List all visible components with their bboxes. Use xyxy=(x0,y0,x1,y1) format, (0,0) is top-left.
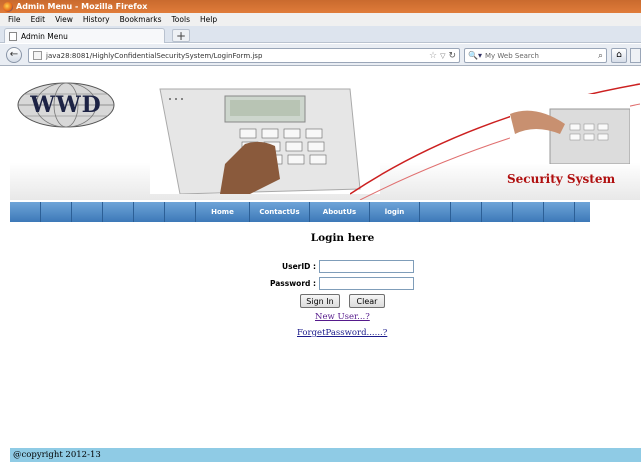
back-arrow-icon: ← xyxy=(9,49,19,60)
site-banner: WWD Security System xyxy=(10,74,640,200)
password-input[interactable] xyxy=(319,277,414,290)
nav-login-link[interactable]: login xyxy=(370,202,420,222)
nav-spacer xyxy=(165,202,196,222)
home-button[interactable]: ⌂ xyxy=(611,48,627,63)
nav-spacer xyxy=(451,202,482,222)
url-text[interactable]: java28:8081/HighlyConfidentialSecuritySy… xyxy=(46,52,429,60)
alarm-panel-photo xyxy=(510,94,630,164)
search-icon[interactable]: ⌕ xyxy=(598,51,603,61)
back-button[interactable]: ← xyxy=(6,47,22,63)
search-input[interactable]: My Web Search xyxy=(485,52,598,60)
site-nav-bar: Home ContactUs AboutUs login xyxy=(10,202,590,222)
password-label: Password : xyxy=(269,279,316,288)
menu-tools[interactable]: Tools xyxy=(172,15,190,24)
page-footer: @copyright 2012-13 xyxy=(10,448,641,462)
url-bar[interactable]: java28:8081/HighlyConfidentialSecuritySy… xyxy=(28,48,460,63)
keypad-illustration xyxy=(150,84,380,194)
menu-help[interactable]: Help xyxy=(200,15,217,24)
nav-spacer xyxy=(103,202,134,222)
copyright-text: @copyright 2012-13 xyxy=(13,450,101,460)
tab-label: Admin Menu xyxy=(21,31,68,41)
nav-spacer xyxy=(134,202,165,222)
new-tab-button[interactable]: + xyxy=(172,29,190,42)
menu-view[interactable]: View xyxy=(55,15,73,24)
navigation-toolbar: ← java28:8081/HighlyConfidentialSecurity… xyxy=(0,44,641,66)
page-icon xyxy=(9,31,17,41)
nav-contactus-link[interactable]: ContactUs xyxy=(250,202,310,222)
menu-bar: File Edit View History Bookmarks Tools H… xyxy=(0,13,641,26)
forget-password-link[interactable]: ForgetPassword......? xyxy=(297,328,387,338)
nav-home-link[interactable]: Home xyxy=(196,202,250,222)
clear-button[interactable]: Clear xyxy=(349,294,385,308)
sign-in-button[interactable]: Sign In xyxy=(300,294,340,308)
menu-edit[interactable]: Edit xyxy=(31,15,46,24)
menu-bookmarks[interactable]: Bookmarks xyxy=(120,15,162,24)
tab-admin-menu[interactable]: Admin Menu xyxy=(4,28,165,43)
login-heading: Login here xyxy=(310,232,375,244)
userid-input[interactable] xyxy=(319,260,414,273)
nav-aboutus-link[interactable]: AboutUs xyxy=(310,202,370,222)
window-titlebar: Admin Menu - Mozilla Firefox xyxy=(0,0,641,13)
nav-spacer xyxy=(513,202,544,222)
reload-icon[interactable]: ↻ xyxy=(448,51,456,61)
bookmark-star-icon[interactable]: ☆ xyxy=(429,51,437,61)
menu-history[interactable]: History xyxy=(83,15,110,24)
menu-file[interactable]: File xyxy=(8,15,21,24)
nav-spacer xyxy=(482,202,513,222)
tab-bar: Admin Menu + xyxy=(0,26,641,43)
home-icon: ⌂ xyxy=(616,50,622,60)
site-identity-icon[interactable] xyxy=(33,51,42,60)
security-system-tagline: Security System xyxy=(507,172,616,186)
nav-spacer xyxy=(10,202,41,222)
userid-label: UserID : xyxy=(282,262,316,271)
firefox-logo-icon xyxy=(3,1,13,12)
search-engine-icon[interactable]: 🔍▾ xyxy=(468,51,482,60)
nav-spacer xyxy=(41,202,72,222)
search-bar[interactable]: 🔍▾ My Web Search ⌕ xyxy=(464,48,607,63)
nav-spacer xyxy=(420,202,451,222)
wwd-logo: WWD xyxy=(16,80,116,130)
new-user-link[interactable]: New User...? xyxy=(315,312,370,322)
toolbar-overflow-button[interactable] xyxy=(630,48,641,63)
url-dropdown-icon[interactable]: ▽ xyxy=(440,52,445,60)
window-title: Admin Menu - Mozilla Firefox xyxy=(16,2,148,11)
nav-spacer xyxy=(544,202,575,222)
nav-spacer xyxy=(72,202,103,222)
logo-text: WWD xyxy=(30,92,102,118)
